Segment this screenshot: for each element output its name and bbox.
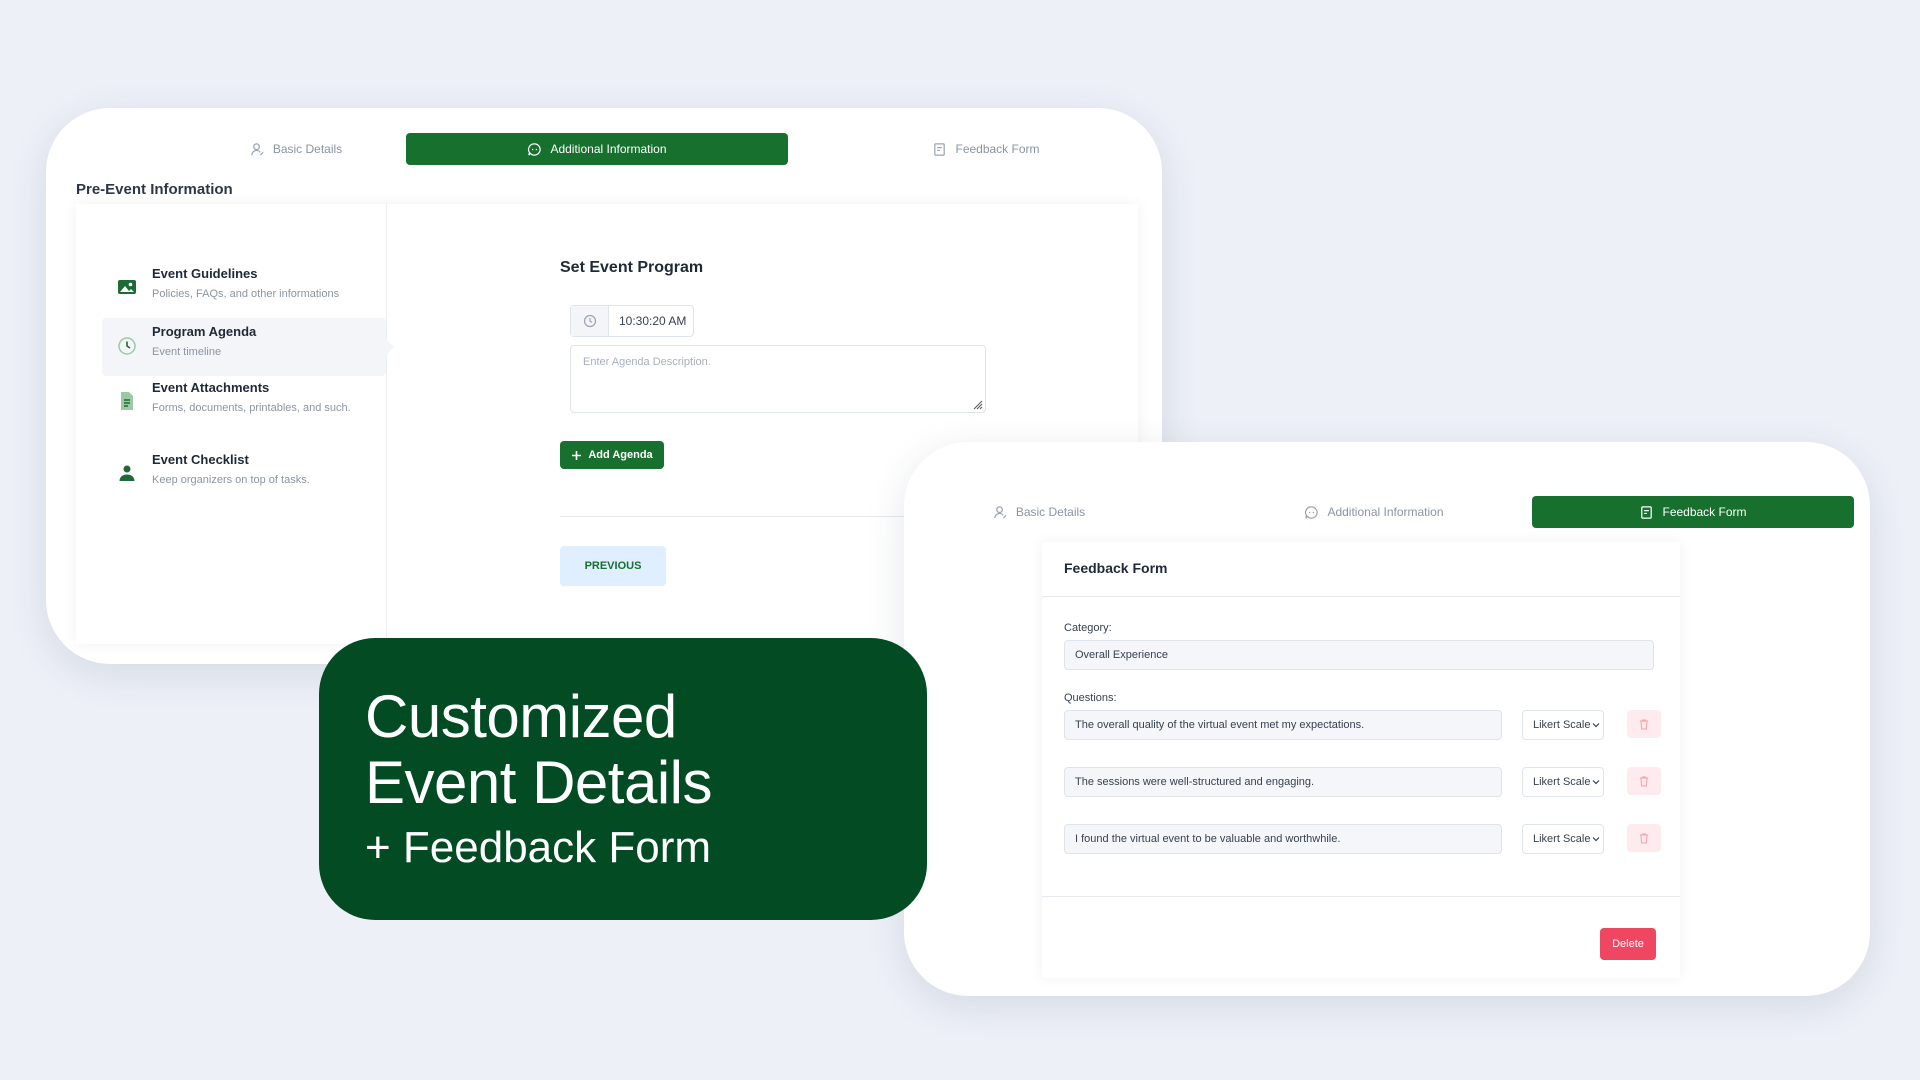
chevron-down-icon [1593, 723, 1600, 728]
sidebar-item-title: Event Guidelines [152, 266, 258, 281]
delete-question-button[interactable] [1627, 824, 1661, 852]
sidebar-item-event-attachments[interactable]: Event Attachments Forms, documents, prin… [102, 374, 386, 432]
tab-label: Feedback Form [955, 142, 1040, 156]
sidebar-item-title: Event Attachments [152, 380, 270, 395]
panel-divider [386, 204, 387, 644]
document-icon [121, 392, 133, 410]
question-type-value: Likert Scale [1533, 833, 1591, 845]
trash-icon [1640, 833, 1648, 844]
tab-feedback-form[interactable]: Feedback Form [836, 133, 1136, 165]
sidebar-item-subtitle: Event timeline [152, 346, 222, 358]
tab-basic-details[interactable]: Basic Details [964, 496, 1114, 528]
question-input[interactable]: I found the virtual event to be valuable… [1064, 824, 1502, 854]
sidebar-item-subtitle: Forms, documents, printables, and such. [152, 402, 351, 414]
time-picker[interactable]: 10:30:20 AM [570, 305, 694, 337]
feedback-title: Feedback Form [1064, 560, 1168, 576]
sidebar-item-title: Program Agenda [152, 324, 257, 339]
add-agenda-label: Add Agenda [588, 449, 653, 461]
banner-headline-line2: Event Details [365, 749, 713, 816]
divider [1042, 596, 1680, 597]
resize-grip-icon[interactable] [971, 398, 983, 410]
sidebar-item-event-checklist[interactable]: Event Checklist Keep organizers on top o… [102, 446, 386, 504]
form-icon [934, 142, 946, 156]
tab-label: Additional Information [550, 142, 667, 156]
banner-headline-line1: Customized [365, 683, 677, 750]
question-type-select[interactable]: Likert Scale [1522, 710, 1604, 740]
tab-label: Additional Information [1327, 505, 1444, 519]
question-input[interactable]: The sessions were well-structured and en… [1064, 767, 1502, 797]
feedback-panel: Feedback Form Category: Overall Experien… [1042, 542, 1680, 978]
image-icon [118, 280, 136, 294]
question-text: The sessions were well-structured and en… [1075, 776, 1315, 788]
section-title: Pre-Event Information [76, 181, 233, 198]
tab-label: Basic Details [1015, 505, 1086, 519]
questions-label: Questions: [1064, 692, 1117, 704]
time-icon-wrapper [571, 306, 609, 336]
clock-icon [583, 314, 596, 328]
sidebar-item-title: Event Checklist [152, 452, 249, 467]
question-text: I found the virtual event to be valuable… [1075, 833, 1341, 845]
program-title: Set Event Program [560, 259, 704, 276]
user-icon [251, 142, 264, 156]
agenda-description-input[interactable]: Enter Agenda Description. [570, 345, 986, 413]
sidebar-item-subtitle: Keep organizers on top of tasks. [152, 474, 310, 486]
category-value: Overall Experience [1075, 649, 1168, 661]
question-type-select[interactable]: Likert Scale [1522, 767, 1604, 797]
previous-button[interactable]: PREVIOUS [560, 546, 666, 586]
chevron-down-icon [1593, 780, 1600, 785]
feedback-form-card: Basic Details Additional Information Fee… [904, 442, 1870, 996]
add-agenda-button[interactable]: Add Agenda [560, 441, 664, 469]
person-icon [119, 465, 135, 481]
tab-label: Feedback Form [1662, 505, 1747, 519]
sidebar-item-subtitle: Policies, FAQs, and other informations [152, 288, 340, 300]
time-value: 10:30:20 AM [619, 314, 687, 328]
promo-banner: Customized Event Details + Feedback Form [319, 638, 927, 920]
agenda-placeholder: Enter Agenda Description. [583, 356, 711, 368]
clock-icon [118, 337, 136, 355]
chat-icon [528, 142, 542, 156]
user-icon [994, 505, 1007, 519]
question-type-value: Likert Scale [1533, 719, 1591, 731]
tab-additional-information[interactable]: Additional Information [406, 133, 788, 165]
delete-question-button[interactable] [1627, 710, 1661, 738]
question-text: The overall quality of the virtual event… [1075, 719, 1365, 731]
tab-additional-information[interactable]: Additional Information [1264, 496, 1484, 528]
delete-question-button[interactable] [1627, 767, 1661, 795]
question-input[interactable]: The overall quality of the virtual event… [1064, 710, 1502, 740]
sidebar-item-event-guidelines[interactable]: Event Guidelines Policies, FAQs, and oth… [102, 260, 386, 318]
trash-icon [1640, 719, 1648, 730]
divider [1042, 896, 1680, 897]
tab-feedback-form[interactable]: Feedback Form [1532, 496, 1854, 528]
form-icon [1641, 505, 1653, 519]
plus-icon [572, 450, 582, 460]
tab-basic-details[interactable]: Basic Details [146, 133, 446, 165]
trash-icon [1640, 776, 1648, 787]
category-label: Category: [1064, 622, 1112, 634]
question-type-select[interactable]: Likert Scale [1522, 824, 1604, 854]
question-type-value: Likert Scale [1533, 776, 1591, 788]
chat-icon [1305, 505, 1319, 519]
sidebar-item-program-agenda[interactable]: Program Agenda Event timeline [102, 318, 394, 376]
chevron-down-icon [1593, 837, 1600, 842]
tab-label: Basic Details [272, 142, 343, 156]
category-input[interactable]: Overall Experience [1064, 640, 1654, 670]
delete-button[interactable]: Delete [1600, 928, 1656, 960]
banner-subline: + Feedback Form [365, 823, 712, 872]
